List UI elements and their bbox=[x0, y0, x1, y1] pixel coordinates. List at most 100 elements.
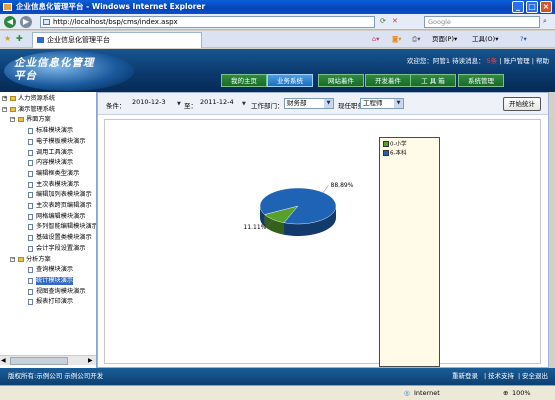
home-icon[interactable]: ⌂▾ bbox=[372, 34, 379, 45]
chart-panel: 11.11% 88.89% 0-小学 6-本科 bbox=[104, 119, 541, 367]
pie-data-label: 88.89% bbox=[331, 182, 354, 189]
footer-link-support[interactable]: 技术支持 bbox=[488, 368, 514, 385]
sidebar-item-label: 视图查询模块演示 bbox=[36, 287, 86, 295]
zoom-icon[interactable]: ⊕ bbox=[503, 386, 508, 400]
maximize-button[interactable]: □ bbox=[526, 1, 538, 13]
dept-select[interactable]: 财务部 ▼ bbox=[284, 98, 334, 109]
close-button[interactable]: × bbox=[540, 1, 552, 13]
tab-title: 企业信息化管理平台 bbox=[47, 36, 110, 44]
stop-icon[interactable]: ✕ bbox=[392, 17, 398, 25]
url-text: http://localhost/bsp/cms/index.aspx bbox=[53, 18, 178, 26]
app-footer: 版权所有:示例公司 示例公司开发 重新登录 | 技术支持 | 安全退出 bbox=[0, 368, 555, 385]
date-from-dropdown-icon[interactable]: ▼ bbox=[177, 101, 181, 107]
sidebar-item-label: 电子模板模块演示 bbox=[36, 137, 86, 145]
horizontal-scrollbar[interactable]: ◀ ▶ bbox=[0, 355, 96, 365]
nav-tab[interactable]: 网站着件 bbox=[318, 74, 364, 87]
sidebar-item-label: 分析方案 bbox=[26, 255, 51, 263]
legend-label: 6-本科 bbox=[390, 150, 407, 157]
browser-tab[interactable]: 企业信息化管理平台 bbox=[32, 32, 202, 48]
document-icon bbox=[28, 203, 33, 209]
pie-data-label: 11.11% bbox=[243, 224, 266, 231]
print-icon[interactable]: ⎙▾ bbox=[412, 34, 420, 45]
favorites-star-icon[interactable]: ★ bbox=[4, 34, 11, 43]
address-bar: ◀ ▶ http://localhost/bsp/cms/index.aspx … bbox=[0, 14, 555, 30]
welcome-area: 欢迎您：阿管1 待读消息： 5条 | 账户管理 | 帮助 bbox=[406, 57, 549, 65]
sidebar-item-label: 多列智能编辑模块演示 bbox=[36, 223, 97, 231]
expand-toggle-icon[interactable]: + bbox=[2, 96, 7, 101]
account-link[interactable]: 账户管理 bbox=[504, 57, 530, 65]
forward-icon[interactable]: ▶ bbox=[20, 16, 32, 28]
footer-link-logout[interactable]: 安全退出 bbox=[522, 368, 548, 385]
feeds-icon[interactable]: ◙▾ bbox=[392, 34, 402, 45]
document-icon bbox=[28, 267, 33, 274]
pie-chart: 11.11% 88.89% bbox=[243, 182, 354, 236]
app-header: 企业信息化管理平台 欢迎您：阿管1 待读消息： 5条 | 账户管理 | 帮助 我… bbox=[0, 49, 555, 92]
document-icon bbox=[28, 224, 33, 231]
nav-tab[interactable]: 系统管理 bbox=[458, 74, 504, 87]
chevron-down-icon: ▼ bbox=[394, 99, 403, 108]
sidebar-item-label: 查询模块演示 bbox=[36, 266, 74, 274]
page-menu[interactable]: 页面(P)▾ bbox=[432, 34, 457, 45]
sidebar-item-label: 主次表模块演示 bbox=[36, 180, 80, 188]
window-titlebar: 企业信息化管理平台 - Windows Internet Explorer _ … bbox=[0, 0, 555, 14]
document-icon bbox=[28, 299, 33, 306]
minimize-button[interactable]: _ bbox=[512, 1, 524, 13]
start-stat-button[interactable]: 开始统计 bbox=[503, 97, 541, 111]
expand-toggle-icon[interactable]: − bbox=[10, 117, 15, 123]
unread-count[interactable]: 5条 bbox=[487, 57, 498, 65]
nav-tab[interactable]: 工 具 箱 bbox=[410, 74, 456, 87]
url-input[interactable]: http://localhost/bsp/cms/index.aspx bbox=[40, 16, 375, 28]
ie-app-icon bbox=[3, 3, 12, 11]
footer-link-relogin[interactable]: 重新登录 bbox=[452, 368, 478, 385]
scroll-right-icon[interactable]: ▶ bbox=[88, 357, 93, 364]
sidebar-tree: + 人力资源系统 − 演示管理系统 − 界面方案 标准模块演示 电子模板模块演示 调用工具演示内… bbox=[0, 92, 97, 368]
legend-swatch bbox=[383, 150, 389, 156]
sidebar-item-label: 内容模块演示 bbox=[36, 159, 74, 167]
document-icon bbox=[28, 128, 33, 135]
nav-tab[interactable]: 我的主页 bbox=[221, 74, 267, 87]
sidebar-item-label: 网格编辑模块演示 bbox=[36, 212, 86, 220]
globe-icon: ◎ bbox=[404, 389, 410, 397]
page-icon bbox=[43, 19, 50, 25]
document-icon bbox=[28, 149, 33, 156]
browser-toolbar: ★ ✚ 企业信息化管理平台 ⌂▾ ◙▾ ⎙▾ 页面(P)▾ 工具(O)▾ ?▾ bbox=[0, 31, 555, 48]
document-icon bbox=[28, 277, 33, 284]
sidebar-item-label: 演示管理系统 bbox=[18, 105, 56, 113]
scroll-thumb[interactable] bbox=[10, 357, 68, 365]
document-icon bbox=[28, 160, 33, 167]
expand-toggle-icon[interactable]: − bbox=[10, 256, 15, 262]
add-favorite-icon[interactable]: ✚ bbox=[16, 34, 23, 43]
zoom-level[interactable]: 100% bbox=[512, 386, 531, 400]
folder-icon bbox=[10, 106, 16, 112]
sidebar-item-label: 基础设置类模块演示 bbox=[36, 234, 92, 242]
expand-toggle-icon[interactable]: − bbox=[2, 106, 7, 112]
nav-tab[interactable]: 业务系统 bbox=[267, 74, 313, 87]
job-select[interactable]: 工程师 ▼ bbox=[360, 98, 404, 109]
back-icon[interactable]: ◀ bbox=[4, 16, 16, 28]
sidebar-item-label: 会计字段设置演示 bbox=[36, 244, 86, 252]
sidebar-item-label: 调用工具演示 bbox=[36, 148, 74, 156]
date-to-field[interactable]: 2011-12-4 bbox=[198, 98, 242, 109]
search-input[interactable]: Google bbox=[424, 16, 540, 28]
chart-legend: 0-小学 6-本科 bbox=[379, 137, 440, 367]
copyright-text: 版权所有:示例公司 示例公司开发 bbox=[8, 372, 104, 380]
date-to-dropdown-icon[interactable]: ▼ bbox=[242, 101, 246, 107]
document-icon bbox=[28, 181, 33, 188]
sidebar-item-label: 主次表跨页编辑演示 bbox=[36, 202, 92, 209]
tools-menu[interactable]: 工具(O)▾ bbox=[472, 34, 498, 45]
document-icon bbox=[28, 235, 33, 242]
document-icon bbox=[28, 288, 33, 295]
nav-tab[interactable]: 开发着件 bbox=[365, 74, 411, 87]
help-link[interactable]: 帮助 bbox=[536, 57, 549, 65]
help-icon[interactable]: ?▾ bbox=[520, 34, 527, 45]
sidebar-item-label: 统计模块演示 bbox=[36, 276, 74, 285]
document-icon bbox=[28, 213, 33, 220]
browser-statusbar: ◎ Internet ⊕ 100% bbox=[0, 385, 555, 400]
scroll-left-icon[interactable]: ◀ bbox=[1, 357, 6, 364]
search-icon[interactable]: ⌕ bbox=[543, 17, 547, 26]
date-from-field[interactable]: 2010-12-3 bbox=[130, 98, 178, 109]
to-label: 至： bbox=[184, 102, 197, 110]
sidebar-item-label: 人力资源系统 bbox=[18, 95, 56, 102]
sidebar-item-label: 界面方案 bbox=[26, 116, 51, 124]
refresh-icon[interactable]: ⟳ bbox=[380, 17, 386, 25]
